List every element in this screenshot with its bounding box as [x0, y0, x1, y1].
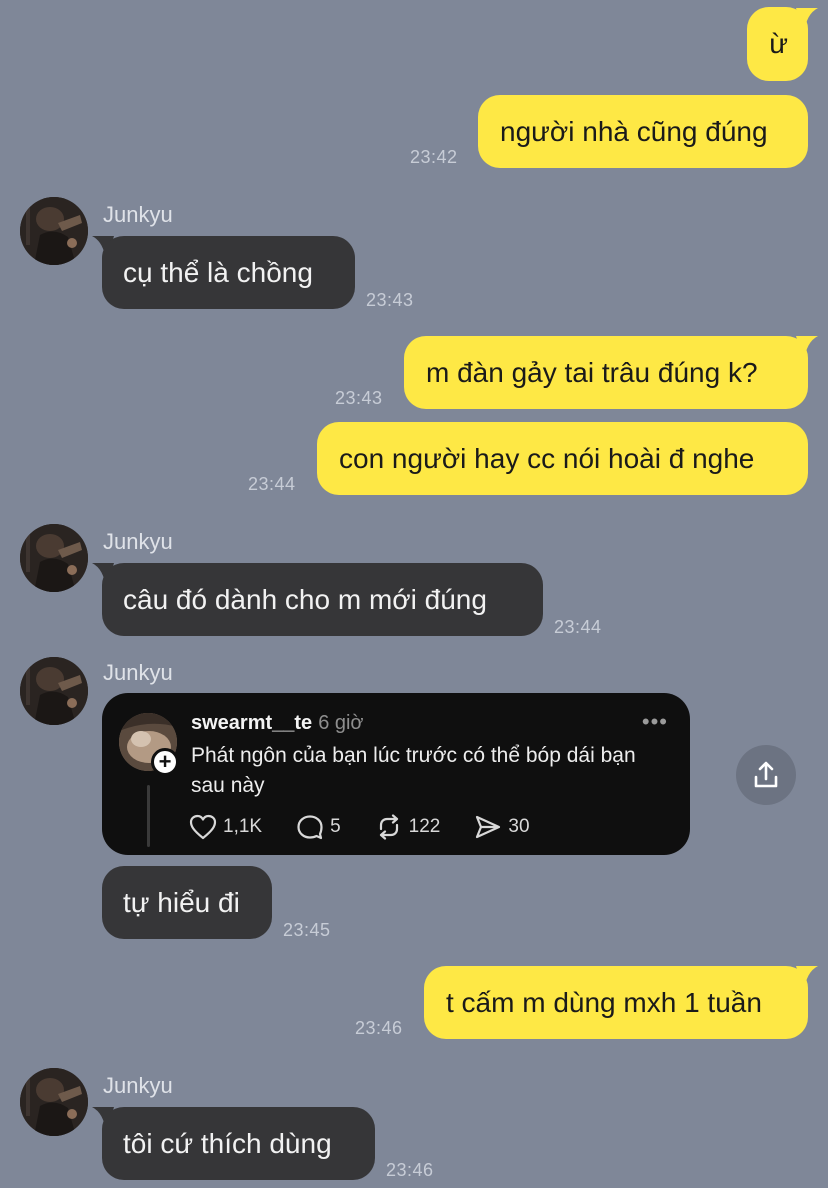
- avatar[interactable]: [20, 657, 88, 725]
- message-text: m đàn gảy tai trâu đúng k?: [426, 356, 758, 388]
- message-incoming[interactable]: cụ thể là chồng: [102, 236, 355, 309]
- share-button[interactable]: [736, 745, 796, 805]
- message-outgoing[interactable]: t cấm m dùng mxh 1 tuần: [424, 966, 808, 1039]
- message-time: 23:44: [554, 617, 602, 637]
- message-text: t cấm m dùng mxh 1 tuần: [446, 986, 762, 1018]
- comment-count: 5: [330, 816, 341, 837]
- thread-line: [147, 785, 150, 847]
- share-icon: [754, 761, 778, 788]
- avatar[interactable]: [20, 1068, 88, 1136]
- message-time: 23:43: [335, 388, 383, 408]
- message-text: tôi cứ thích dùng: [123, 1127, 332, 1159]
- message-time: 23:44: [248, 474, 296, 494]
- repost-count: 122: [408, 816, 441, 837]
- message-text: ừ: [769, 28, 788, 59]
- share-count: 30: [508, 816, 530, 837]
- message-outgoing[interactable]: con người hay cc nói hoài đ nghe: [317, 422, 808, 495]
- sender-name: Junkyu: [103, 660, 173, 685]
- avatar[interactable]: [20, 197, 88, 265]
- send-icon: [476, 815, 501, 839]
- like-button[interactable]: 1,1K: [189, 814, 262, 840]
- follow-plus-button[interactable]: +: [151, 748, 179, 776]
- message-outgoing[interactable]: người nhà cũng đúng: [478, 95, 808, 168]
- like-count: 1,1K: [223, 816, 263, 837]
- message-incoming[interactable]: tôi cứ thích dùng: [102, 1107, 375, 1180]
- message-incoming[interactable]: tự hiểu đi: [102, 866, 272, 939]
- comment-button[interactable]: 5: [296, 814, 341, 840]
- repost-icon: [379, 814, 398, 840]
- avatar-photo-icon: [20, 524, 88, 592]
- comment-icon: [297, 815, 323, 840]
- avatar-photo-icon: [20, 657, 88, 725]
- send-button[interactable]: 30: [474, 814, 530, 840]
- post-text: Phát ngôn của bạn lúc trước có thể bóp d…: [191, 744, 636, 797]
- avatar-photo-icon: [20, 1068, 88, 1136]
- message-text: câu đó dành cho m mới đúng: [123, 583, 487, 615]
- message-incoming[interactable]: câu đó dành cho m mới đúng: [102, 563, 543, 636]
- message-time: 23:43: [366, 290, 414, 310]
- repost-button[interactable]: 122: [375, 814, 441, 840]
- post-header: swearmt__te 6 giờ: [191, 712, 364, 735]
- bubble-tail: [796, 8, 818, 34]
- sender-name: Junkyu: [103, 529, 173, 554]
- message-time: 23:46: [386, 1160, 434, 1180]
- message-time: 23:42: [410, 147, 458, 167]
- message-outgoing[interactable]: m đàn gảy tai trâu đúng k?: [404, 336, 808, 409]
- message-text: con người hay cc nói hoài đ nghe: [339, 442, 755, 474]
- heart-icon: [189, 814, 217, 840]
- message-text: cụ thể là chồng: [123, 256, 313, 288]
- shared-thread-card[interactable]: + swearmt__te 6 giờ ••• Phát ngôn của bạn…: [102, 693, 690, 855]
- post-age: 6 giờ: [318, 712, 364, 734]
- more-options-icon[interactable]: •••: [642, 709, 668, 735]
- message-time: 23:46: [355, 1018, 403, 1038]
- message-time: 23:45: [283, 920, 331, 940]
- sender-name: Junkyu: [103, 1073, 173, 1098]
- message-text: người nhà cũng đúng: [500, 115, 768, 147]
- post-username[interactable]: swearmt__te: [191, 712, 312, 734]
- sender-name: Junkyu: [103, 202, 173, 227]
- message-text: tự hiểu đi: [123, 886, 240, 918]
- avatar-photo-icon: [20, 197, 88, 265]
- post-actions: 1,1K 5 122 30: [189, 814, 564, 840]
- avatar[interactable]: [20, 524, 88, 592]
